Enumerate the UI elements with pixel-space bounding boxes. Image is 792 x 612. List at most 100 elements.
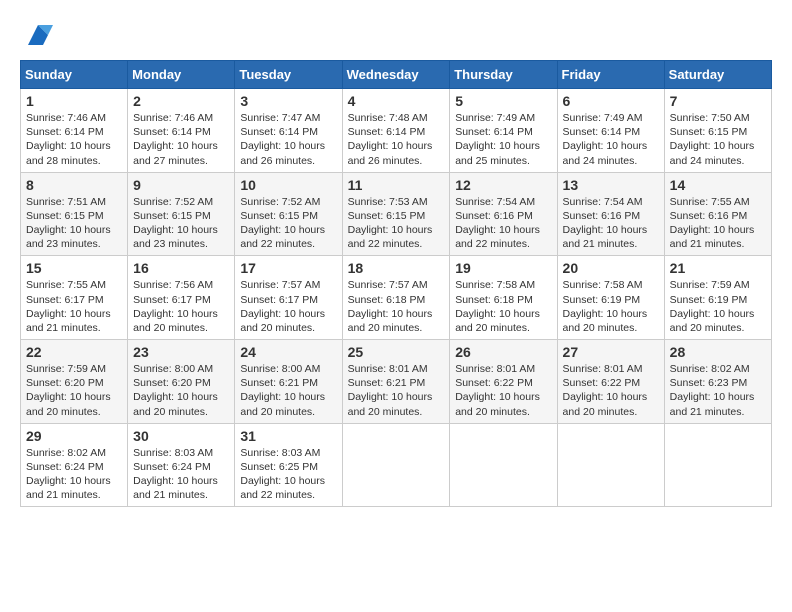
- day-info: Sunrise: 7:49 AMSunset: 6:14 PMDaylight:…: [455, 111, 551, 168]
- day-info: Sunrise: 8:02 AMSunset: 6:24 PMDaylight:…: [26, 446, 122, 503]
- calendar-day-cell: 28 Sunrise: 8:02 AMSunset: 6:23 PMDayligh…: [664, 340, 771, 424]
- calendar-day-cell: 24 Sunrise: 8:00 AMSunset: 6:21 PMDayligh…: [235, 340, 342, 424]
- calendar-header-thursday: Thursday: [450, 61, 557, 89]
- day-number: 16: [133, 260, 229, 276]
- day-info: Sunrise: 7:46 AMSunset: 6:14 PMDaylight:…: [26, 111, 122, 168]
- calendar-day-cell: 10Sunrise: 7:52 AMSunset: 6:15 PMDayligh…: [235, 172, 342, 256]
- day-number: 1: [26, 93, 122, 109]
- day-info: Sunrise: 7:55 AMSunset: 6:16 PMDaylight:…: [670, 195, 766, 252]
- calendar-day-cell: 15Sunrise: 7:55 AMSunset: 6:17 PMDayligh…: [21, 256, 128, 340]
- day-info: Sunrise: 7:59 AMSunset: 6:20 PMDaylight:…: [26, 362, 122, 419]
- calendar-day-cell: 22 Sunrise: 7:59 AMSunset: 6:20 PMDayligh…: [21, 340, 128, 424]
- day-number: 8: [26, 177, 122, 193]
- day-number: 3: [240, 93, 336, 109]
- day-number: 11: [348, 177, 445, 193]
- day-info: Sunrise: 7:54 AMSunset: 6:16 PMDaylight:…: [563, 195, 659, 252]
- empty-cell: [557, 423, 664, 507]
- calendar-table: SundayMondayTuesdayWednesdayThursdayFrid…: [20, 60, 772, 507]
- logo: [20, 20, 53, 50]
- calendar-day-cell: 30 Sunrise: 8:03 AMSunset: 6:24 PMDayligh…: [128, 423, 235, 507]
- calendar-day-cell: 21Sunrise: 7:59 AMSunset: 6:19 PMDayligh…: [664, 256, 771, 340]
- calendar-week-row: 29 Sunrise: 8:02 AMSunset: 6:24 PMDayligh…: [21, 423, 772, 507]
- day-info: Sunrise: 8:03 AMSunset: 6:25 PMDaylight:…: [240, 446, 336, 503]
- calendar-day-cell: 4Sunrise: 7:48 AMSunset: 6:14 PMDaylight…: [342, 89, 450, 173]
- calendar-header-wednesday: Wednesday: [342, 61, 450, 89]
- calendar-day-cell: 25 Sunrise: 8:01 AMSunset: 6:21 PMDayligh…: [342, 340, 450, 424]
- day-info: Sunrise: 7:49 AMSunset: 6:14 PMDaylight:…: [563, 111, 659, 168]
- calendar-header-tuesday: Tuesday: [235, 61, 342, 89]
- day-info: Sunrise: 8:03 AMSunset: 6:24 PMDaylight:…: [133, 446, 229, 503]
- calendar-day-cell: 17Sunrise: 7:57 AMSunset: 6:17 PMDayligh…: [235, 256, 342, 340]
- day-info: Sunrise: 8:00 AMSunset: 6:21 PMDaylight:…: [240, 362, 336, 419]
- calendar-day-cell: 7 Sunrise: 7:50 AMSunset: 6:15 PMDaylight…: [664, 89, 771, 173]
- day-number: 25: [348, 344, 445, 360]
- day-number: 19: [455, 260, 551, 276]
- calendar-day-cell: 27 Sunrise: 8:01 AMSunset: 6:22 PMDayligh…: [557, 340, 664, 424]
- day-number: 22: [26, 344, 122, 360]
- day-info: Sunrise: 7:51 AMSunset: 6:15 PMDaylight:…: [26, 195, 122, 252]
- day-info: Sunrise: 7:53 AMSunset: 6:15 PMDaylight:…: [348, 195, 445, 252]
- calendar-header-saturday: Saturday: [664, 61, 771, 89]
- calendar-day-cell: 9 Sunrise: 7:52 AMSunset: 6:15 PMDaylight…: [128, 172, 235, 256]
- calendar-day-cell: 8 Sunrise: 7:51 AMSunset: 6:15 PMDaylight…: [21, 172, 128, 256]
- day-info: Sunrise: 7:55 AMSunset: 6:17 PMDaylight:…: [26, 278, 122, 335]
- day-info: Sunrise: 7:47 AMSunset: 6:14 PMDaylight:…: [240, 111, 336, 168]
- calendar-day-cell: 6Sunrise: 7:49 AMSunset: 6:14 PMDaylight…: [557, 89, 664, 173]
- calendar-day-cell: 14 Sunrise: 7:55 AMSunset: 6:16 PMDayligh…: [664, 172, 771, 256]
- day-info: Sunrise: 7:52 AMSunset: 6:15 PMDaylight:…: [133, 195, 229, 252]
- day-number: 30: [133, 428, 229, 444]
- calendar-day-cell: 2Sunrise: 7:46 AMSunset: 6:14 PMDaylight…: [128, 89, 235, 173]
- calendar-day-cell: 31 Sunrise: 8:03 AMSunset: 6:25 PMDayligh…: [235, 423, 342, 507]
- calendar-day-cell: 11 Sunrise: 7:53 AMSunset: 6:15 PMDayligh…: [342, 172, 450, 256]
- day-info: Sunrise: 8:00 AMSunset: 6:20 PMDaylight:…: [133, 362, 229, 419]
- calendar-day-cell: 29 Sunrise: 8:02 AMSunset: 6:24 PMDayligh…: [21, 423, 128, 507]
- day-info: Sunrise: 7:46 AMSunset: 6:14 PMDaylight:…: [133, 111, 229, 168]
- calendar-header-monday: Monday: [128, 61, 235, 89]
- day-number: 18: [348, 260, 445, 276]
- day-number: 10: [240, 177, 336, 193]
- day-info: Sunrise: 7:56 AMSunset: 6:17 PMDaylight:…: [133, 278, 229, 335]
- empty-cell: [664, 423, 771, 507]
- calendar-day-cell: 26 Sunrise: 8:01 AMSunset: 6:22 PMDayligh…: [450, 340, 557, 424]
- day-number: 29: [26, 428, 122, 444]
- calendar-week-row: 22 Sunrise: 7:59 AMSunset: 6:20 PMDayligh…: [21, 340, 772, 424]
- day-number: 26: [455, 344, 551, 360]
- day-number: 27: [563, 344, 659, 360]
- calendar-day-cell: 12Sunrise: 7:54 AMSunset: 6:16 PMDayligh…: [450, 172, 557, 256]
- empty-cell: [342, 423, 450, 507]
- calendar-day-cell: 5 Sunrise: 7:49 AMSunset: 6:14 PMDaylight…: [450, 89, 557, 173]
- page-header: [20, 20, 772, 50]
- day-info: Sunrise: 8:01 AMSunset: 6:22 PMDaylight:…: [563, 362, 659, 419]
- day-number: 7: [670, 93, 766, 109]
- day-number: 9: [133, 177, 229, 193]
- day-info: Sunrise: 8:01 AMSunset: 6:21 PMDaylight:…: [348, 362, 445, 419]
- calendar-day-cell: 19Sunrise: 7:58 AMSunset: 6:18 PMDayligh…: [450, 256, 557, 340]
- day-number: 31: [240, 428, 336, 444]
- calendar-body: 1 Sunrise: 7:46 AMSunset: 6:14 PMDaylight…: [21, 89, 772, 507]
- calendar-week-row: 1 Sunrise: 7:46 AMSunset: 6:14 PMDaylight…: [21, 89, 772, 173]
- calendar-header-sunday: Sunday: [21, 61, 128, 89]
- calendar-day-cell: 3 Sunrise: 7:47 AMSunset: 6:14 PMDaylight…: [235, 89, 342, 173]
- logo-icon: [23, 20, 53, 50]
- day-number: 4: [348, 93, 445, 109]
- calendar-day-cell: 13 Sunrise: 7:54 AMSunset: 6:16 PMDayligh…: [557, 172, 664, 256]
- day-number: 13: [563, 177, 659, 193]
- calendar-week-row: 15Sunrise: 7:55 AMSunset: 6:17 PMDayligh…: [21, 256, 772, 340]
- calendar-day-cell: 16 Sunrise: 7:56 AMSunset: 6:17 PMDayligh…: [128, 256, 235, 340]
- day-number: 23: [133, 344, 229, 360]
- day-number: 24: [240, 344, 336, 360]
- calendar-day-cell: 23 Sunrise: 8:00 AMSunset: 6:20 PMDayligh…: [128, 340, 235, 424]
- day-info: Sunrise: 7:58 AMSunset: 6:19 PMDaylight:…: [563, 278, 659, 335]
- day-info: Sunrise: 7:59 AMSunset: 6:19 PMDaylight:…: [670, 278, 766, 335]
- day-number: 28: [670, 344, 766, 360]
- day-info: Sunrise: 7:57 AMSunset: 6:17 PMDaylight:…: [240, 278, 336, 335]
- day-number: 5: [455, 93, 551, 109]
- day-info: Sunrise: 7:50 AMSunset: 6:15 PMDaylight:…: [670, 111, 766, 168]
- day-info: Sunrise: 8:02 AMSunset: 6:23 PMDaylight:…: [670, 362, 766, 419]
- day-number: 14: [670, 177, 766, 193]
- calendar-week-row: 8 Sunrise: 7:51 AMSunset: 6:15 PMDaylight…: [21, 172, 772, 256]
- day-info: Sunrise: 8:01 AMSunset: 6:22 PMDaylight:…: [455, 362, 551, 419]
- day-info: Sunrise: 7:57 AMSunset: 6:18 PMDaylight:…: [348, 278, 445, 335]
- calendar-day-cell: 20Sunrise: 7:58 AMSunset: 6:19 PMDayligh…: [557, 256, 664, 340]
- calendar-day-cell: 1 Sunrise: 7:46 AMSunset: 6:14 PMDaylight…: [21, 89, 128, 173]
